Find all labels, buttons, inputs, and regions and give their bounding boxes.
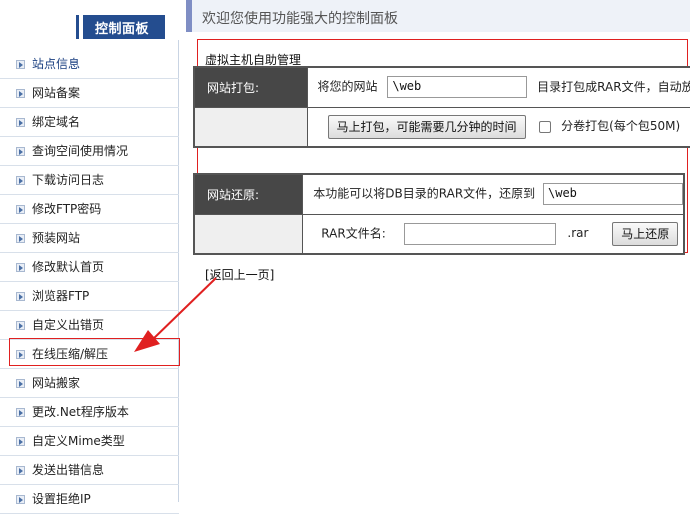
sidebar-item-label: 更改.Net程序版本	[32, 405, 129, 419]
bullet-icon	[16, 292, 25, 301]
bullet-icon	[16, 495, 25, 504]
rar-ext: .rar	[567, 226, 589, 241]
split-checkbox[interactable]	[539, 120, 552, 133]
split-label: 分卷打包(每个包50M)	[561, 119, 681, 134]
restore-path-input[interactable]: \web	[543, 183, 683, 206]
sidebar-item-label: 修改默认首页	[32, 260, 105, 274]
sidebar-item-label: 自定义Mime类型	[32, 434, 125, 448]
sidebar-item-mime[interactable]: 自定义Mime类型	[0, 427, 179, 456]
highlight-box	[9, 338, 180, 366]
pack-suffix: 目录打包成RAR文件，自动放	[537, 79, 690, 94]
bullet-icon	[16, 466, 25, 475]
pack-panel: 网站打包: 将您的网站 \web 目录打包成RAR文件，自动放 马上打包，可能需…	[193, 66, 690, 148]
bullet-icon	[16, 205, 25, 214]
bullet-icon	[16, 60, 25, 69]
restore-action-row: RAR文件名: .rar 马上还原	[302, 213, 685, 255]
rar-filename-input[interactable]	[403, 222, 556, 245]
sidebar-item-label: 查询空间使用情况	[32, 144, 129, 158]
sidebar-item-site-info[interactable]: 站点信息	[0, 50, 179, 79]
sidebar-item-label: 浏览器FTP	[32, 289, 90, 303]
sidebar-item-label: 网站备案	[32, 86, 81, 100]
pack-path-input[interactable]: \web	[387, 76, 528, 99]
bullet-icon	[16, 118, 25, 127]
restore-path-row: 本功能可以将DB目录的RAR文件，还原到 \web	[302, 173, 685, 215]
bullet-icon	[16, 263, 25, 272]
sidebar: 控制面板 站点信息 网站备案 绑定域名 查询空间使用情况 下载访问日志 修改FT…	[0, 0, 179, 514]
sidebar-item-label: 下载访问日志	[32, 173, 105, 187]
sidebar-item-preinstall[interactable]: 预装网站	[0, 224, 179, 253]
sidebar-item-label: 预装网站	[32, 231, 81, 245]
sidebar-item-deny-ip[interactable]: 设置拒绝IP	[0, 485, 179, 514]
sidebar-menu: 站点信息 网站备案 绑定域名 查询空间使用情况 下载访问日志 修改FTP密码 预…	[0, 50, 179, 514]
sidebar-item-label: 设置拒绝IP	[32, 492, 91, 506]
bullet-icon	[16, 176, 25, 185]
bullet-icon	[16, 89, 25, 98]
pack-prefix: 将您的网站	[317, 79, 378, 94]
sidebar-item-move-site[interactable]: 网站搬家	[0, 369, 179, 398]
welcome-text: 欢迎您使用功能强大的控制面板	[202, 11, 398, 27]
sidebar-item-access-log[interactable]: 下载访问日志	[0, 166, 179, 195]
restore-label-empty	[193, 213, 304, 255]
restore-label: 网站还原:	[193, 173, 304, 215]
sidebar-item-error-report[interactable]: 发送出错信息	[0, 456, 179, 485]
bullet-icon	[16, 437, 25, 446]
welcome-bar: 欢迎您使用功能强大的控制面板	[186, 0, 690, 32]
sidebar-header: 控制面板	[0, 0, 179, 40]
restore-table: 网站还原: 本功能可以将DB目录的RAR文件，还原到 \web RAR文件名: …	[193, 173, 685, 255]
sidebar-item-label: 发送出错信息	[32, 463, 105, 477]
sidebar-item-bind-domain[interactable]: 绑定域名	[0, 108, 179, 137]
back-link[interactable]: [返回上一页]	[205, 266, 274, 283]
sidebar-title: 控制面板	[95, 22, 150, 37]
sidebar-item-space-usage[interactable]: 查询空间使用情况	[0, 137, 179, 166]
bullet-icon	[16, 408, 25, 417]
sidebar-item-label: 绑定域名	[32, 115, 81, 129]
pack-table: 网站打包: 将您的网站 \web 目录打包成RAR文件，自动放 马上打包，可能需…	[193, 66, 690, 148]
restore-panel: 网站还原: 本功能可以将DB目录的RAR文件，还原到 \web RAR文件名: …	[193, 173, 690, 255]
rar-label: RAR文件名:	[321, 226, 386, 241]
sidebar-item-label: 自定义出错页	[32, 318, 105, 332]
pack-action-row: 马上打包，可能需要几分钟的时间 分卷打包(每个包50M)	[306, 106, 690, 148]
sidebar-item-label: 修改FTP密码	[32, 202, 102, 216]
bullet-icon	[16, 147, 25, 156]
sidebar-item-net-version[interactable]: 更改.Net程序版本	[0, 398, 179, 427]
bullet-icon	[16, 379, 25, 388]
pack-label: 网站打包:	[193, 66, 308, 108]
sidebar-item-ftp-password[interactable]: 修改FTP密码	[0, 195, 179, 224]
sidebar-item-icp[interactable]: 网站备案	[0, 79, 179, 108]
sidebar-item-label: 站点信息	[32, 57, 81, 71]
pack-label-empty	[193, 106, 308, 148]
bullet-icon	[16, 321, 25, 330]
bullet-icon	[16, 234, 25, 243]
restore-now-button[interactable]: 马上还原	[612, 221, 679, 246]
sidebar-item-error-page[interactable]: 自定义出错页	[0, 311, 179, 340]
restore-text: 本功能可以将DB目录的RAR文件，还原到	[313, 186, 536, 201]
sidebar-item-label: 网站搬家	[32, 376, 81, 390]
sidebar-item-default-page[interactable]: 修改默认首页	[0, 253, 179, 282]
pack-now-button[interactable]: 马上打包，可能需要几分钟的时间	[327, 114, 526, 139]
pack-path-row: 将您的网站 \web 目录打包成RAR文件，自动放	[306, 66, 690, 108]
sidebar-item-browser-ftp[interactable]: 浏览器FTP	[0, 282, 179, 311]
